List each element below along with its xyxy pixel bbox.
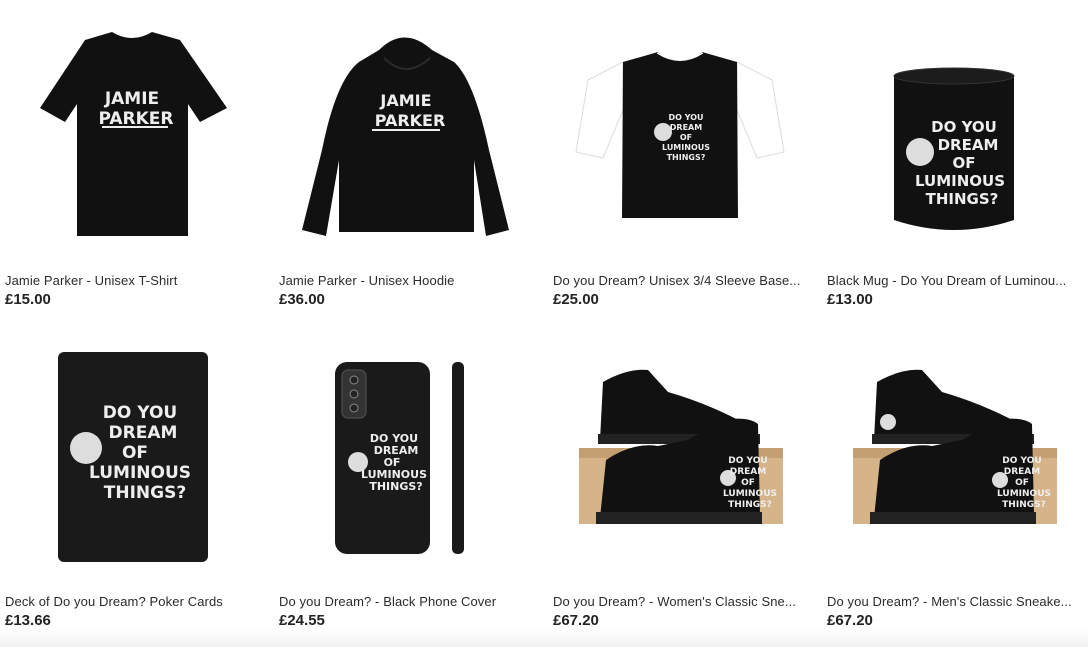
product-price: £13.00: [827, 291, 873, 308]
logo-text-line1: JAMIE: [379, 91, 431, 110]
product-title[interactable]: Jamie Parker - Unisex Hoodie: [279, 273, 533, 288]
dream-text: THINGS?: [1002, 500, 1046, 510]
dream-text: DO YOU: [668, 113, 703, 122]
product-image-sneakers[interactable]: DO YOU DREAM OF LUMINOUS THINGS?: [548, 330, 812, 585]
product-title[interactable]: Do you Dream? - Black Phone Cover: [279, 594, 533, 609]
product-title[interactable]: Black Mug - Do You Dream of Luminou...: [827, 273, 1081, 288]
dream-text: DREAM: [109, 423, 178, 443]
dream-text: LUMINOUS: [915, 172, 1005, 190]
dream-text: LUMINOUS: [662, 143, 710, 152]
product-title[interactable]: Do you Dream? - Men's Classic Sneake...: [827, 594, 1081, 609]
logo-text-line1: JAMIE: [104, 89, 159, 109]
dream-text: THINGS?: [369, 480, 422, 493]
dream-text: DREAM: [730, 467, 767, 477]
dream-text: OF: [741, 478, 755, 488]
product-image-mug[interactable]: DO YOU DREAM OF LUMINOUS THINGS?: [822, 0, 1086, 255]
dream-text: OF: [1015, 478, 1029, 488]
product-image-tshirt[interactable]: JAMIE PARKER: [0, 0, 264, 255]
dream-text: DO YOU: [931, 118, 997, 136]
product-image-poker-cards[interactable]: DO YOU DREAM OF LUMINOUS THINGS?: [0, 330, 264, 585]
product-title[interactable]: Deck of Do you Dream? Poker Cards: [5, 594, 259, 609]
dream-text: OF: [953, 154, 976, 172]
dream-text: DO YOU: [103, 403, 177, 423]
dream-text: DREAM: [938, 136, 999, 154]
dream-text: DO YOU: [728, 456, 767, 466]
product-price: £25.00: [553, 291, 599, 308]
dream-text: THINGS?: [728, 500, 772, 510]
dream-text: THINGS?: [926, 190, 999, 208]
product-image-sneakers[interactable]: DO YOU DREAM OF LUMINOUS THINGS?: [822, 330, 1086, 585]
product-title[interactable]: Do you Dream? - Women's Classic Sne...: [553, 594, 807, 609]
product-title[interactable]: Jamie Parker - Unisex T-Shirt: [5, 273, 259, 288]
dream-text: DREAM: [670, 123, 702, 132]
product-image-hoodie[interactable]: JAMIE PARKER: [274, 0, 538, 255]
product-grid: JAMIE PARKER Jamie Parker - Unisex T-Shi…: [0, 0, 1088, 647]
product-title[interactable]: Do you Dream? Unisex 3/4 Sleeve Base...: [553, 273, 807, 288]
logo-text-line2: PARKER: [375, 111, 446, 130]
product-price: £67.20: [827, 612, 873, 629]
product-price: £36.00: [279, 291, 325, 308]
dream-text: THINGS?: [667, 153, 706, 162]
dream-text: DO YOU: [1002, 456, 1041, 466]
product-price: £24.55: [279, 612, 325, 629]
dream-text: LUMINOUS: [997, 489, 1051, 499]
dream-text: OF: [122, 443, 148, 463]
product-image-phone-case[interactable]: DO YOU DREAM OF LUMINOUS THINGS?: [274, 330, 538, 585]
product-price: £13.66: [5, 612, 51, 629]
product-price: £67.20: [553, 612, 599, 629]
dream-text: OF: [680, 133, 692, 142]
product-image-baseball-tee[interactable]: DO YOU DREAM OF LUMINOUS THINGS?: [548, 0, 812, 255]
dream-text: LUMINOUS: [723, 489, 777, 499]
dream-text: THINGS?: [104, 483, 186, 503]
product-price: £15.00: [5, 291, 51, 308]
dream-text: DREAM: [1004, 467, 1041, 477]
dream-text: LUMINOUS: [89, 463, 191, 483]
